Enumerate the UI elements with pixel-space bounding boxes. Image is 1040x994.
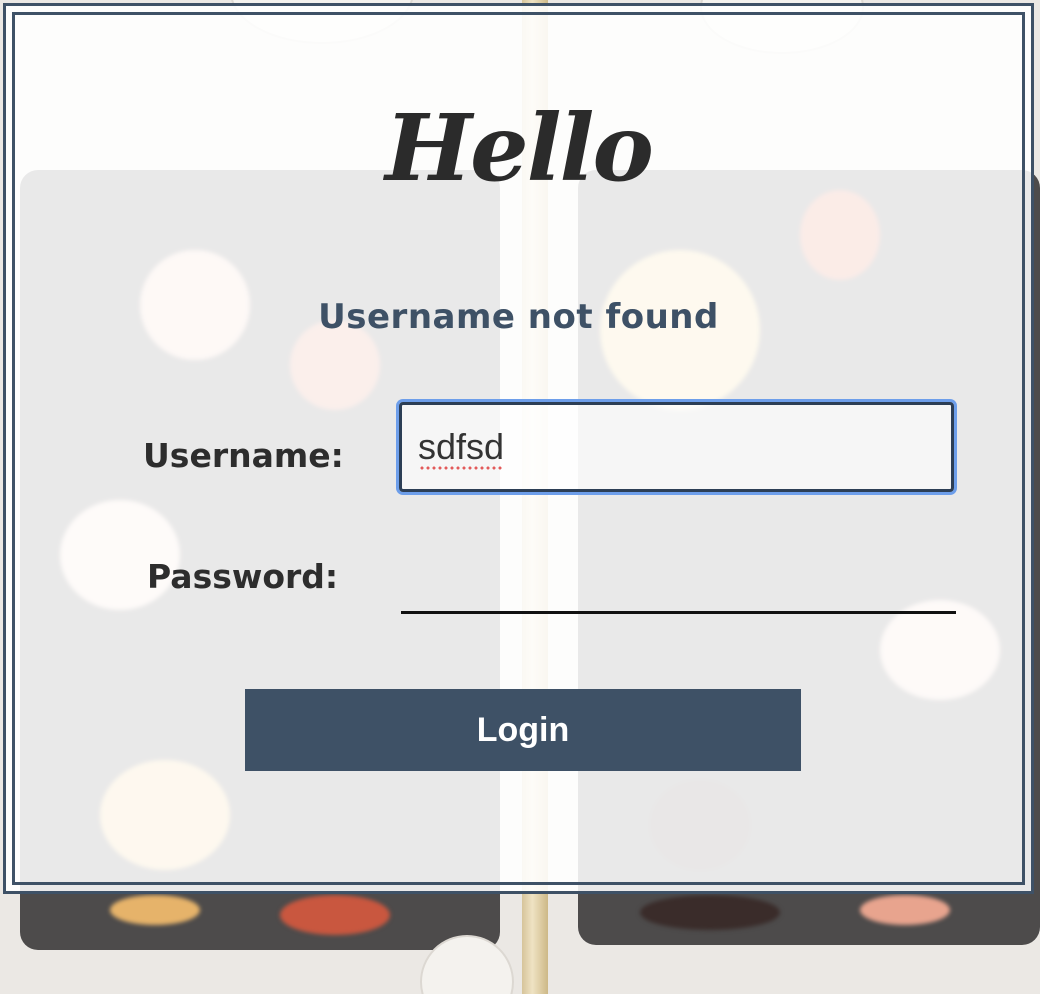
login-button[interactable]: Login	[245, 689, 801, 771]
username-value: sdfsd	[418, 426, 505, 467]
background-food	[640, 895, 780, 930]
username-input[interactable]: sdfsd	[399, 402, 954, 492]
spellcheck-underline	[419, 466, 503, 470]
password-input[interactable]	[401, 546, 956, 614]
error-message: Username not found	[318, 297, 719, 337]
username-label: Username:	[143, 436, 344, 475]
login-card: Hello Username not found Username: sdfsd…	[3, 3, 1034, 894]
password-label: Password:	[147, 557, 339, 596]
background-food	[110, 895, 200, 925]
page-title: Hello	[385, 94, 654, 202]
background-food	[860, 895, 950, 925]
background-food	[280, 895, 390, 935]
